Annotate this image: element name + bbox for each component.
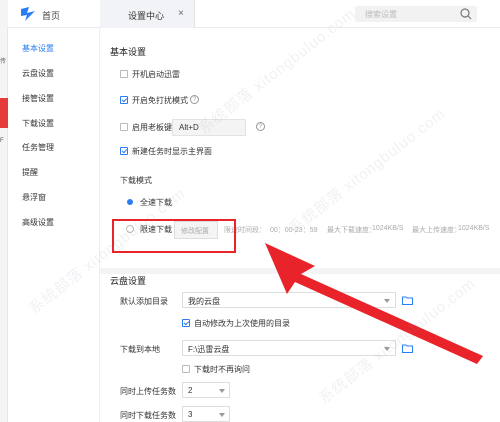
upload-count-value: 2 xyxy=(188,386,193,395)
limit-period-value: 00：00-23：59 xyxy=(270,227,318,234)
download-count-label: 同时下载任务数 xyxy=(120,411,176,420)
max-download-value: 1024KB/S xyxy=(372,225,404,232)
settings-sidebar: 基本设置 云盘设置 接管设置 下载设置 任务管理 提醒 悬浮窗 高级设置 xyxy=(8,28,100,422)
show-main-label: 新建任务时显示主界面 xyxy=(132,147,212,156)
default-dir-value: 我的云盘 xyxy=(188,297,220,306)
upload-count-select[interactable]: 2 xyxy=(182,382,230,398)
boss-key-checkbox[interactable] xyxy=(120,123,128,131)
boss-key-help-icon[interactable]: ? xyxy=(256,122,265,131)
max-upload-value: 1024KB/S xyxy=(458,225,490,232)
title-bar: 首页 设置中心 × 搜索设置 xyxy=(0,0,500,28)
sidebar-item-task-management[interactable]: 任务管理 xyxy=(22,142,54,153)
boss-key-value: Alt+D xyxy=(179,123,199,132)
strip-red-block xyxy=(0,98,8,128)
full-speed-label: 全速下载 xyxy=(140,198,172,207)
highlight-box xyxy=(112,219,236,253)
chevron-down-icon xyxy=(219,389,225,393)
boss-key-input[interactable]: Alt+D xyxy=(172,119,246,136)
left-strip-title xyxy=(0,0,8,28)
show-main-checkbox[interactable] xyxy=(120,147,128,155)
full-speed-radio[interactable] xyxy=(126,198,134,206)
thunder-logo-icon xyxy=(21,7,35,21)
home-tab[interactable]: 首页 xyxy=(42,9,60,22)
download-local-value: F:\迅雷云盘 xyxy=(188,345,230,354)
sidebar-item-floating-window[interactable]: 悬浮窗 xyxy=(22,192,46,203)
no-disturb-label: 开启免打扰模式 xyxy=(132,96,188,105)
boss-key-label: 启用老板键 xyxy=(132,123,172,132)
no-disturb-checkbox[interactable] xyxy=(120,96,128,104)
search-icon[interactable] xyxy=(459,7,473,21)
sidebar-item-cloud[interactable]: 云盘设置 xyxy=(22,68,54,79)
no-ask-label: 下载时不再询问 xyxy=(194,365,250,374)
auto-start-label: 开机启动迅雷 xyxy=(132,70,180,79)
sidebar-item-advanced[interactable]: 高级设置 xyxy=(22,217,54,228)
background-window-strip: 传 F xyxy=(0,28,8,422)
strip-mark-2: F xyxy=(0,138,4,144)
sidebar-item-download[interactable]: 下载设置 xyxy=(22,118,54,129)
strip-mark-1: 传 xyxy=(0,59,7,65)
no-disturb-help-icon[interactable]: ? xyxy=(190,95,199,104)
tab-close-icon[interactable]: × xyxy=(178,8,184,19)
settings-content: 基本设置 开机启动迅雷 开启免打扰模式 ? 启用老板键 Alt+D ? 新建任务… xyxy=(100,28,500,422)
tab-settings-center-label: 设置中心 xyxy=(128,11,165,21)
annotation-arrow-icon xyxy=(265,243,483,364)
cloud-settings-title: 云盘设置 xyxy=(110,276,147,286)
auto-modify-checkbox[interactable] xyxy=(182,319,190,327)
no-ask-checkbox[interactable] xyxy=(182,365,190,373)
download-count-value: 3 xyxy=(188,410,193,419)
auto-start-checkbox[interactable] xyxy=(120,70,128,78)
search-placeholder: 搜索设置 xyxy=(365,10,397,19)
sidebar-item-reminder[interactable]: 提醒 xyxy=(22,167,38,178)
chevron-down-icon xyxy=(219,413,225,417)
search-input[interactable]: 搜索设置 xyxy=(355,6,477,22)
download-mode-title: 下载模式 xyxy=(120,176,152,185)
max-upload-label: 最大上传速度： xyxy=(412,227,461,234)
sidebar-item-basic[interactable]: 基本设置 xyxy=(22,43,54,54)
default-dir-label: 默认添加目录 xyxy=(120,297,168,306)
basic-settings-title: 基本设置 xyxy=(110,47,147,57)
upload-count-label: 同时上传任务数 xyxy=(120,387,176,396)
download-count-select[interactable]: 3 xyxy=(182,406,230,422)
sidebar-item-takeover[interactable]: 接管设置 xyxy=(22,93,54,104)
download-local-label: 下载到本地 xyxy=(120,345,160,354)
max-download-label: 最大下载速度： xyxy=(327,227,376,234)
